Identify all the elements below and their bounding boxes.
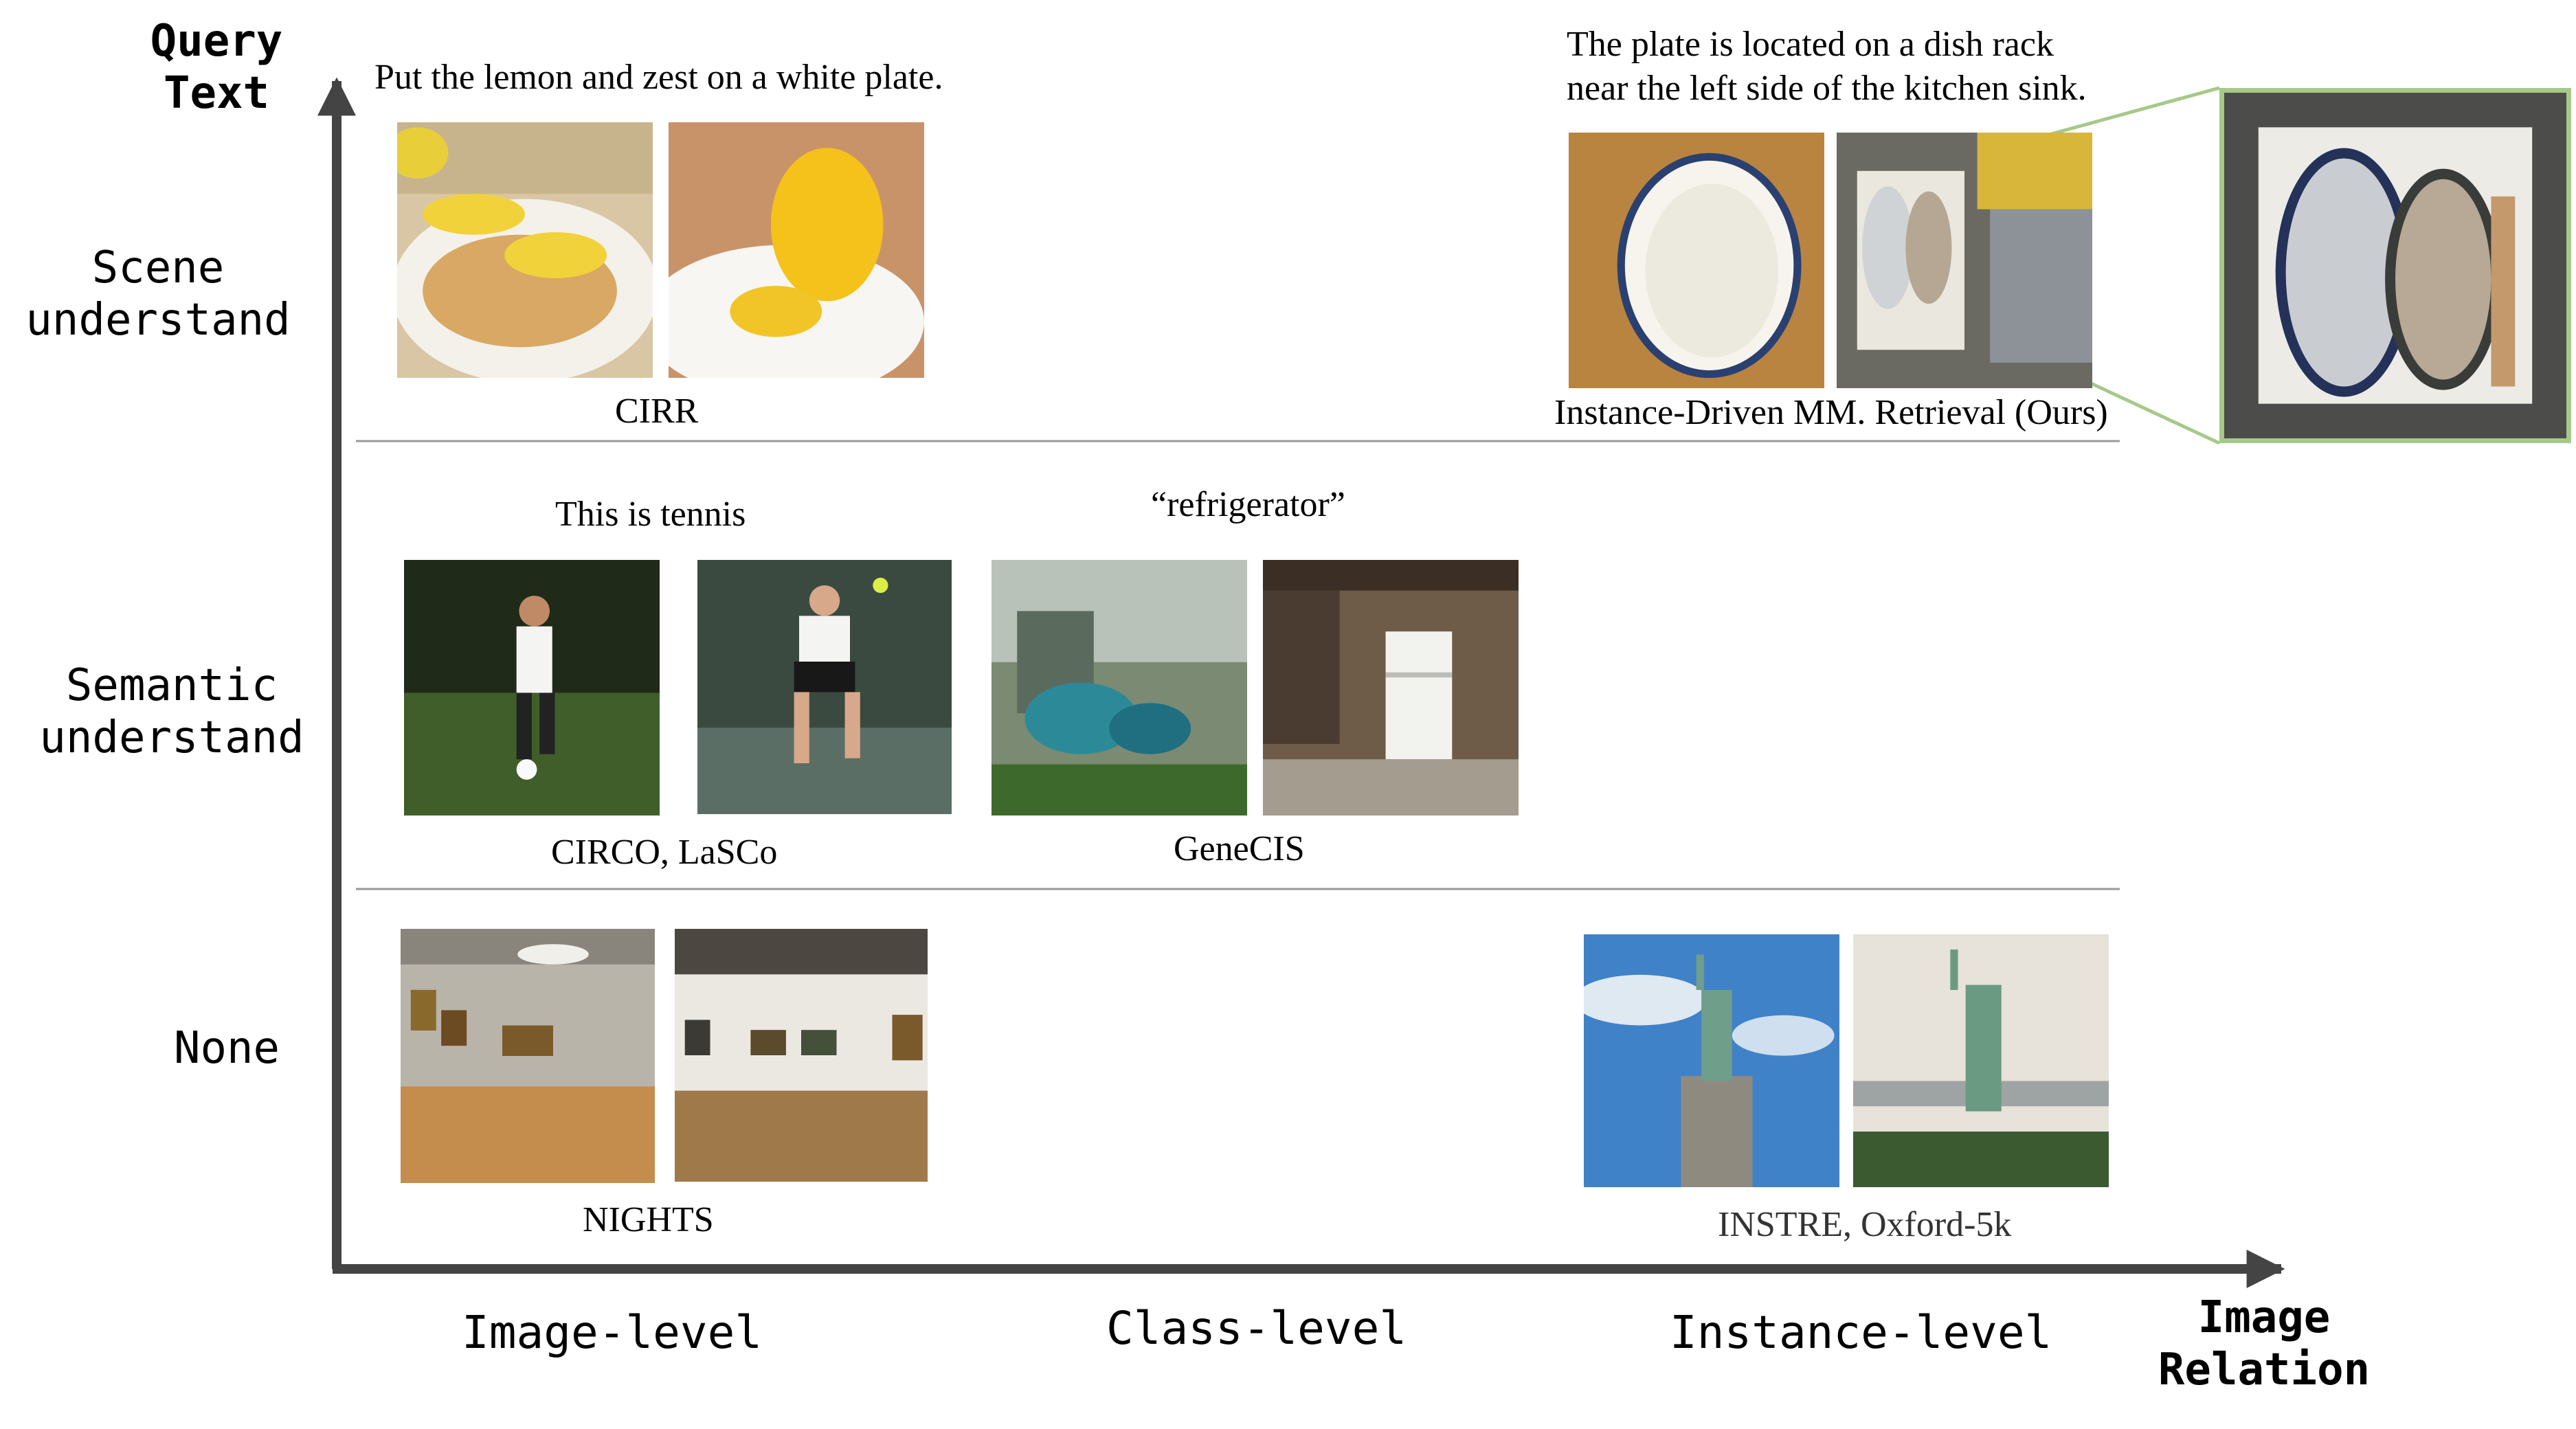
ours-query-line2: near the left side of the kitchen sink. [1567, 69, 2087, 108]
instre-dataset-label: INSTRE, Oxford-5k [1718, 1205, 2012, 1244]
gallery-photo [401, 929, 655, 1183]
white-plate-photo [1569, 133, 1824, 388]
tennis-player-photo [697, 560, 952, 814]
row-label-none: None [173, 1023, 280, 1074]
y-axis-title: Query Text [150, 16, 283, 119]
lemon-zest-photo [669, 122, 924, 378]
ours-dataset-label: Instance-Driven MM. Retrieval (Ours) [1554, 393, 2108, 432]
genecis-dataset-label: GeneCIS [1174, 829, 1305, 868]
ours-query-line1: The plate is located on a dish rack [1567, 25, 2054, 64]
statue-of-liberty-photo [1584, 934, 1839, 1187]
column-label-instance-level: Instance-level [1670, 1306, 2052, 1359]
column-label-image-level: Image-level [462, 1306, 763, 1359]
dish-rack-zoom-photo [2219, 88, 2571, 443]
row-label-semantic: Semantic understand [39, 660, 304, 763]
column-label-class-level: Class-level [1106, 1302, 1407, 1355]
yard-debris-photo [992, 560, 1247, 815]
row-label-scene: Scene understand [25, 243, 291, 346]
dish-rack-photo [1837, 133, 2092, 388]
circo-dataset-label: CIRCO, LaSCo [551, 833, 778, 872]
cirr-query-text: Put the lemon and zest on a white plate. [374, 58, 943, 97]
statue-of-liberty-2-photo [1853, 934, 2109, 1187]
retrieval-taxonomy-diagram: Query Text Image Relation Scene understand … [0, 0, 2576, 1429]
genecis-query-text: “refrigerator” [1151, 485, 1345, 524]
lemon-plate-photo [397, 122, 653, 378]
soccer-player-photo [404, 560, 660, 815]
x-axis-title: Image Relation [2158, 1292, 2371, 1395]
refrigerator-photo [1263, 560, 1519, 815]
nights-dataset-label: NIGHTS [583, 1200, 714, 1239]
gallery-2-photo [675, 929, 928, 1182]
circo-query-text: This is tennis [555, 495, 746, 534]
cirr-dataset-label: CIRR [615, 392, 699, 431]
